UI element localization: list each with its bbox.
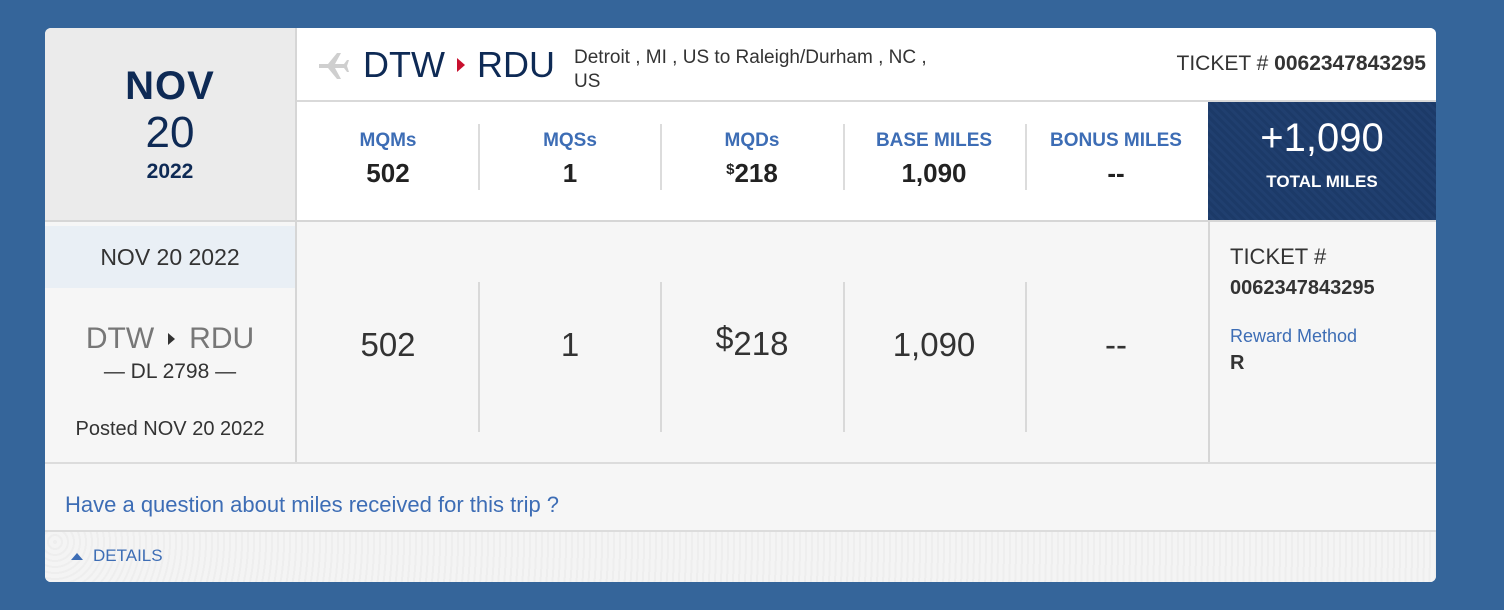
route-origin: DTW	[363, 44, 445, 85]
caret-right-icon	[168, 333, 176, 345]
ticket-label: TICKET #	[1230, 244, 1327, 269]
segment-ticket-info: TICKET # 0062347843295 Reward Method R	[1208, 222, 1436, 462]
ticket-header: TICKET # 0062347843295	[1177, 52, 1427, 76]
route-description: Detroit , MI , US to Raleigh/Durham , NC…	[574, 47, 927, 92]
trip-month: NOV	[125, 64, 215, 108]
segment-destination: RDU	[189, 322, 255, 355]
stats-row: MQMs 502 MQSs 1 MQDs $218 BASE MILES 1,0…	[297, 102, 1208, 220]
question-row: Have a question about miles received for…	[45, 464, 1436, 530]
segment-date: NOV 20 2022	[45, 226, 295, 288]
miles-question-link[interactable]: Have a question about miles received for…	[65, 492, 559, 518]
segment-route: DTW RDU	[45, 322, 295, 356]
stat-value: 1	[562, 158, 578, 188]
details-label: DETAILS	[93, 546, 163, 565]
caret-right-icon	[456, 58, 465, 72]
ticket-number: 0062347843295	[1230, 277, 1375, 299]
route-code: DTW RDU	[363, 44, 555, 86]
reward-method-label: Reward Method	[1230, 326, 1358, 346]
trip-year: 2022	[146, 160, 194, 183]
stat-value: --	[1107, 158, 1125, 188]
segment-mqd-amount: 218	[733, 325, 789, 362]
stat-value: 1,090	[901, 158, 967, 188]
segment-origin: DTW	[85, 322, 155, 355]
stat-amount: 218	[734, 158, 778, 188]
stat-mqs: MQSs 1	[479, 102, 661, 220]
route-destination: RDU	[476, 44, 555, 85]
reward-method-value: R	[1230, 352, 1245, 374]
caret-up-icon	[71, 552, 83, 560]
segment-mqs: 1	[560, 326, 580, 363]
segment-mqm: 502	[360, 326, 416, 363]
total-miles-panel: +1,090 TOTAL MILES	[1208, 102, 1436, 220]
stat-label: BASE MILES	[875, 130, 993, 151]
segment-detail-row: NOV 20 2022 DTW RDU — DL 2798 — Posted N…	[45, 222, 1436, 462]
route-header: DTW RDU Detroit , MI , US to Raleigh/Dur…	[297, 28, 1436, 102]
segment-mqd: $218	[661, 320, 843, 363]
plane-icon	[319, 53, 349, 79]
stat-value: $218	[661, 158, 843, 189]
ticket-label: TICKET #	[1176, 52, 1269, 75]
segment-info: NOV 20 2022 DTW RDU — DL 2798 — Posted N…	[45, 222, 297, 462]
stat-label: MQDs	[724, 130, 780, 151]
stat-mqm: MQMs 502	[297, 102, 479, 220]
details-toggle-button[interactable]: DETAILS	[71, 546, 163, 566]
segment-bonus-miles: --	[1105, 326, 1127, 363]
details-bar: DETAILS	[45, 530, 1436, 582]
stat-label: BONUS MILES	[1050, 130, 1182, 151]
stat-bonus-miles: BONUS MILES --	[1025, 102, 1207, 220]
trip-date-block: NOV 20 2022	[45, 28, 297, 220]
segment-base-miles: 1,090	[892, 326, 976, 363]
stat-value: 502	[366, 158, 410, 188]
ticket-number: 0062347843295	[1274, 52, 1426, 75]
trip-activity-card: NOV 20 2022 DTW RDU Detroit , MI , US to…	[45, 28, 1436, 582]
stat-label: MQMs	[359, 130, 417, 151]
segment-posted-date: Posted NOV 20 2022	[75, 418, 265, 440]
stat-base-miles: BASE MILES 1,090	[843, 102, 1025, 220]
currency-symbol: $	[715, 320, 734, 356]
total-miles-value: +1,090	[1260, 116, 1384, 160]
stat-mqd: MQDs $218	[661, 102, 843, 220]
trip-day: 20	[145, 108, 195, 157]
segment-flight-number: — DL 2798 —	[103, 360, 237, 383]
stat-label: MQSs	[543, 130, 597, 151]
total-miles-label: TOTAL MILES	[1266, 172, 1378, 191]
